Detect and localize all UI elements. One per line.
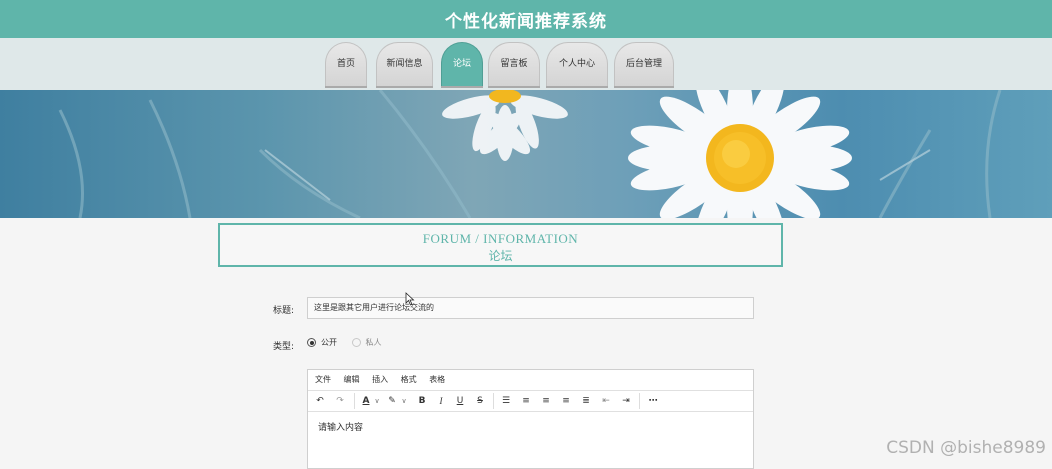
align-justify-icon[interactable]: ≣ (580, 394, 592, 408)
nav-item-user-center[interactable]: 个人中心 (546, 42, 608, 86)
outdent-icon[interactable]: ⇤ (600, 394, 612, 408)
nav-item-forum[interactable]: 论坛 (441, 42, 483, 86)
align-center-icon[interactable]: ≡ (540, 394, 552, 408)
nav-item-news[interactable]: 新闻信息 (376, 42, 433, 86)
content-editor: 文件 编辑 插入 格式 表格 ↶ ↷ A ∨ ✎ ∨ B I U S ☰ ≡ ≡… (307, 369, 754, 469)
editor-content-area[interactable]: 请输入内容 (308, 412, 753, 441)
editor-menubar: 文件 编辑 插入 格式 表格 (308, 370, 753, 391)
nav-item-admin[interactable]: 后台管理 (614, 42, 674, 86)
list-icon[interactable]: ☰ (500, 394, 512, 408)
radio-private[interactable]: 私人 (351, 338, 382, 347)
site-header: 个性化新闻推荐系统 (0, 0, 1052, 38)
highlight-dropdown-icon[interactable]: ∨ (400, 394, 408, 408)
title-label: 标题: (273, 306, 295, 316)
radio-public[interactable]: 公开 (307, 338, 340, 347)
menu-table[interactable]: 表格 (429, 375, 445, 384)
bold-icon[interactable]: B (416, 394, 428, 408)
daisy-illustration (58, 90, 1002, 218)
strikethrough-icon[interactable]: S (474, 394, 486, 408)
more-icon[interactable]: ⋯ (646, 394, 660, 408)
watermark: CSDN @bishe8989 (886, 438, 1046, 458)
editor-toolbar: ↶ ↷ A ∨ ✎ ∨ B I U S ☰ ≡ ≡ ≡ ≣ ⇤ ⇥ ⋯ (308, 391, 753, 412)
section-title-cn: 论坛 (488, 249, 513, 263)
nav-item-home[interactable]: 首页 (325, 42, 367, 86)
section-heading: FORUM / INFORMATION 论坛 (218, 223, 783, 267)
radio-public-label: 公开 (321, 338, 337, 347)
type-label: 类型: (273, 342, 295, 352)
indent-icon[interactable]: ⇥ (620, 394, 632, 408)
align-left-icon[interactable]: ≡ (520, 394, 532, 408)
site-title: 个性化新闻推荐系统 (445, 12, 607, 32)
menu-format[interactable]: 格式 (401, 375, 417, 384)
radio-private-label: 私人 (365, 338, 382, 347)
italic-icon[interactable]: I (436, 394, 446, 408)
undo-icon[interactable]: ↶ (314, 394, 326, 408)
redo-icon[interactable]: ↷ (334, 394, 346, 408)
menu-file[interactable]: 文件 (315, 375, 331, 384)
font-color-icon[interactable]: A (360, 394, 372, 408)
underline-icon[interactable]: U (454, 394, 466, 408)
radio-public-icon[interactable] (307, 338, 316, 347)
mouse-cursor-icon (405, 292, 415, 306)
main-nav: 首页 新闻信息 论坛 留言板 个人中心 后台管理 (0, 38, 1052, 90)
menu-insert[interactable]: 插入 (372, 375, 388, 384)
font-color-dropdown-icon[interactable]: ∨ (373, 394, 381, 408)
type-radio-group: 公开 私人 (307, 337, 382, 348)
banner-image (0, 90, 1052, 218)
nav-item-message-board[interactable]: 留言板 (488, 42, 540, 86)
title-input[interactable]: 这里是跟其它用户进行论坛交流的 (307, 297, 754, 319)
radio-private-icon[interactable] (351, 338, 361, 347)
align-right-icon[interactable]: ≡ (560, 394, 572, 408)
section-title-en: FORUM / INFORMATION (422, 231, 579, 246)
highlight-color-icon[interactable]: ✎ (386, 394, 398, 408)
menu-edit[interactable]: 编辑 (344, 375, 360, 384)
